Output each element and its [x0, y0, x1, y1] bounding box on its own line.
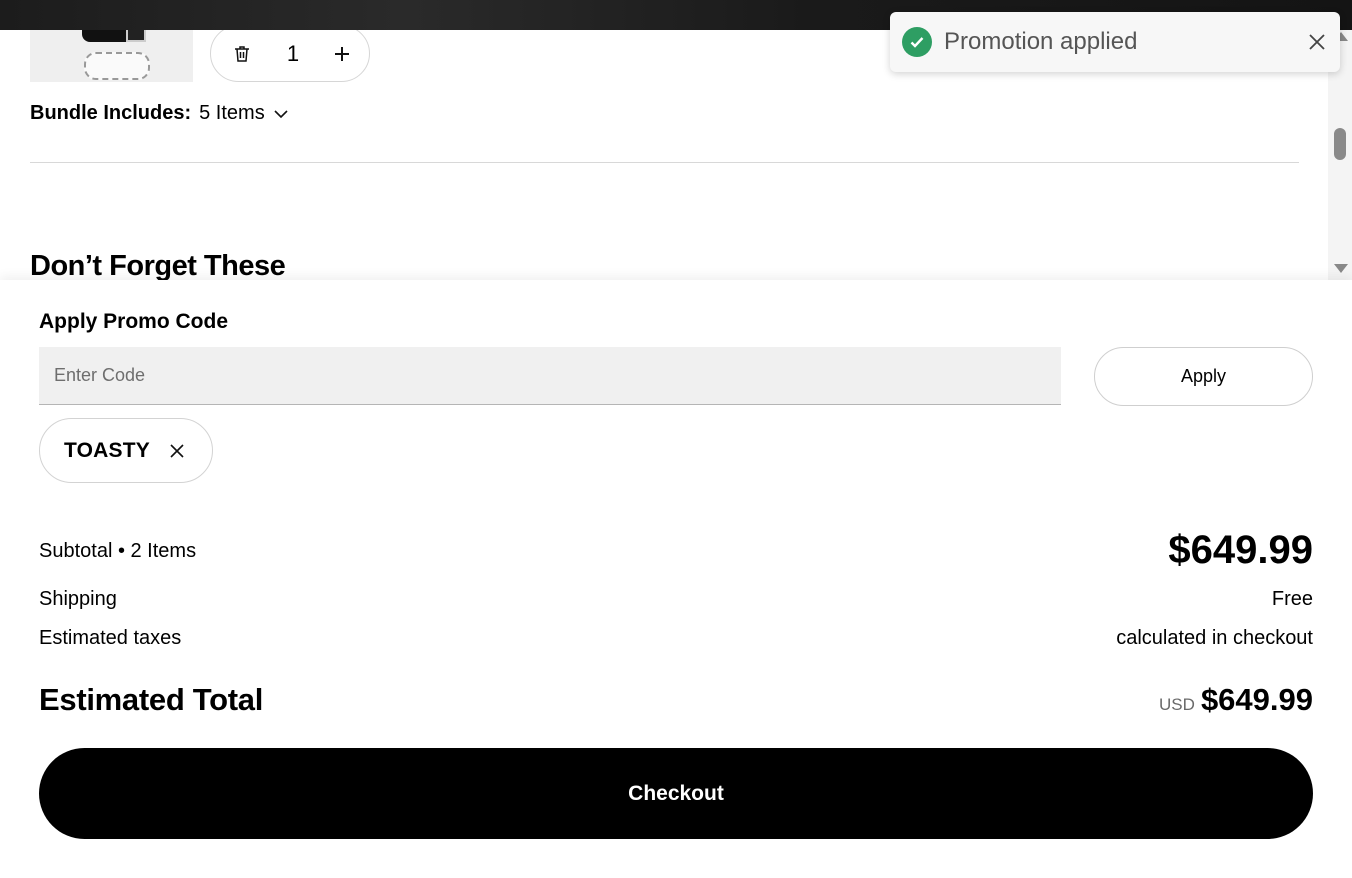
bundle-count: 5 Items: [199, 102, 265, 124]
subtotal-row: Subtotal • 2 Items $649.99: [39, 528, 1313, 573]
applied-promo-chip: TOASTY: [39, 418, 213, 483]
watch-face-graphic: [126, 30, 146, 42]
subtotal-label: Subtotal • 2 Items: [39, 540, 197, 562]
total-row: Estimated Total USD $649.99: [39, 682, 1313, 718]
bundle-toggle[interactable]: Bundle Includes: 5 Items: [30, 102, 289, 125]
scrollbar-thumb[interactable]: [1334, 128, 1346, 160]
total-label: Estimated Total: [39, 682, 264, 717]
check-circle-icon: [902, 27, 932, 57]
promotion-toast: Promotion applied: [890, 12, 1340, 72]
total-value: $649.99: [1200, 682, 1313, 717]
chevron-down-icon: [273, 102, 289, 125]
toast-message: Promotion applied: [944, 28, 1138, 55]
scroll-down-icon[interactable]: [1334, 264, 1348, 273]
apply-promo-button[interactable]: Apply: [1094, 347, 1313, 406]
taxes-label: Estimated taxes: [39, 627, 182, 649]
cart-page: 1 Bundle Includes: 5 Items Don’t Forget …: [0, 0, 1352, 878]
section-divider: [30, 162, 1299, 163]
trash-icon[interactable]: [231, 43, 253, 65]
taxes-value: calculated in checkout: [1116, 627, 1313, 649]
bundle-label: Bundle Includes:: [30, 102, 192, 124]
total-value-group: USD $649.99: [1159, 682, 1313, 718]
shipping-row: Shipping Free: [39, 588, 1313, 611]
total-currency: USD: [1159, 695, 1195, 714]
checkout-button[interactable]: Checkout: [39, 748, 1313, 839]
order-summary-panel: Apply Promo Code Apply TOASTY Subtotal •…: [0, 280, 1352, 878]
bracelet-graphic: [84, 52, 150, 80]
subtotal-value: $649.99: [1168, 528, 1313, 572]
plus-icon[interactable]: [333, 40, 351, 68]
applied-promo-code: TOASTY: [64, 438, 150, 462]
close-icon[interactable]: [168, 442, 186, 460]
quantity-value: 1: [286, 40, 300, 66]
shipping-value: Free: [1271, 588, 1313, 610]
promo-code-input[interactable]: [39, 347, 1061, 405]
promo-title: Apply Promo Code: [39, 310, 229, 333]
taxes-row: Estimated taxes calculated in checkout: [39, 627, 1313, 650]
quantity-stepper: 1: [210, 30, 370, 82]
close-icon[interactable]: [1306, 31, 1328, 53]
product-image: [30, 30, 193, 82]
recommendations-heading: Don’t Forget These: [30, 250, 286, 280]
shipping-label: Shipping: [39, 588, 117, 610]
